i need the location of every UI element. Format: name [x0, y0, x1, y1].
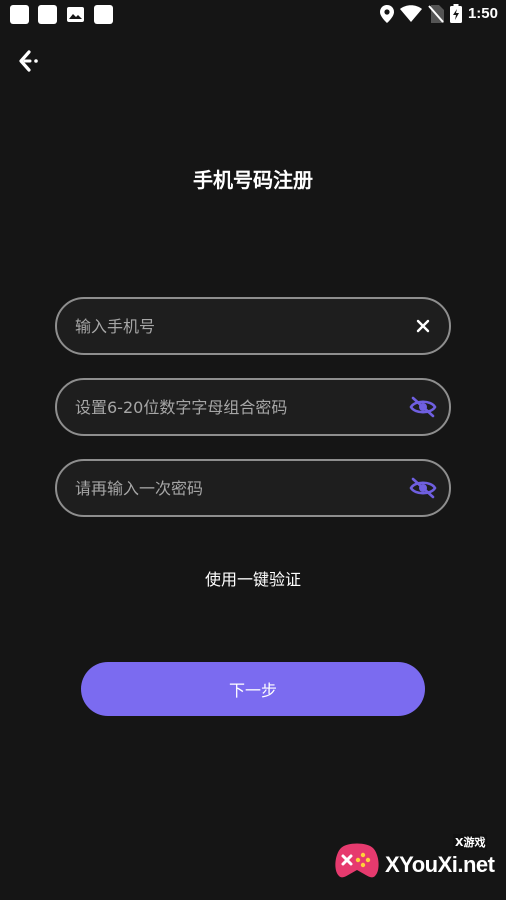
confirm-password-input[interactable] — [75, 461, 395, 515]
gamepad-logo-icon — [335, 843, 379, 878]
no-sim-icon — [428, 4, 444, 23]
notification-icon — [38, 5, 57, 24]
toggle-confirm-visibility-button[interactable] — [409, 474, 437, 502]
next-button[interactable]: 下一步 — [81, 662, 425, 716]
eye-off-icon — [409, 477, 437, 499]
password-input[interactable] — [75, 380, 395, 434]
confirm-password-field[interactable] — [55, 459, 451, 517]
clear-button[interactable] — [409, 312, 437, 340]
back-arrow-icon — [19, 50, 38, 72]
notification-icon — [94, 5, 113, 24]
quick-verify-link[interactable]: 使用一键验证 — [205, 570, 301, 589]
eye-off-icon — [409, 396, 437, 418]
notification-icon — [10, 5, 29, 24]
page-title: 手机号码注册 — [193, 168, 313, 192]
password-field[interactable] — [55, 378, 451, 436]
watermark-text: XYouXi.net — [385, 852, 495, 877]
wifi-icon — [399, 5, 422, 22]
status-bar: 1:50 — [0, 0, 506, 28]
status-time: 1:50 — [467, 5, 498, 22]
clear-icon — [416, 319, 430, 333]
image-icon — [66, 5, 85, 24]
location-icon — [379, 4, 394, 23]
watermark-tag: X游戏 — [453, 834, 488, 850]
back-button[interactable] — [14, 48, 46, 74]
status-left-icons — [10, 5, 113, 24]
quick-verify-row: 使用一键验证 — [0, 566, 506, 590]
battery-icon — [449, 4, 462, 23]
phone-field[interactable] — [55, 297, 451, 355]
phone-input[interactable] — [75, 299, 395, 353]
status-right-icons: 1:50 — [379, 4, 498, 23]
watermark: X游戏 XYouXi.net — [333, 830, 498, 890]
toggle-password-visibility-button[interactable] — [409, 393, 437, 421]
